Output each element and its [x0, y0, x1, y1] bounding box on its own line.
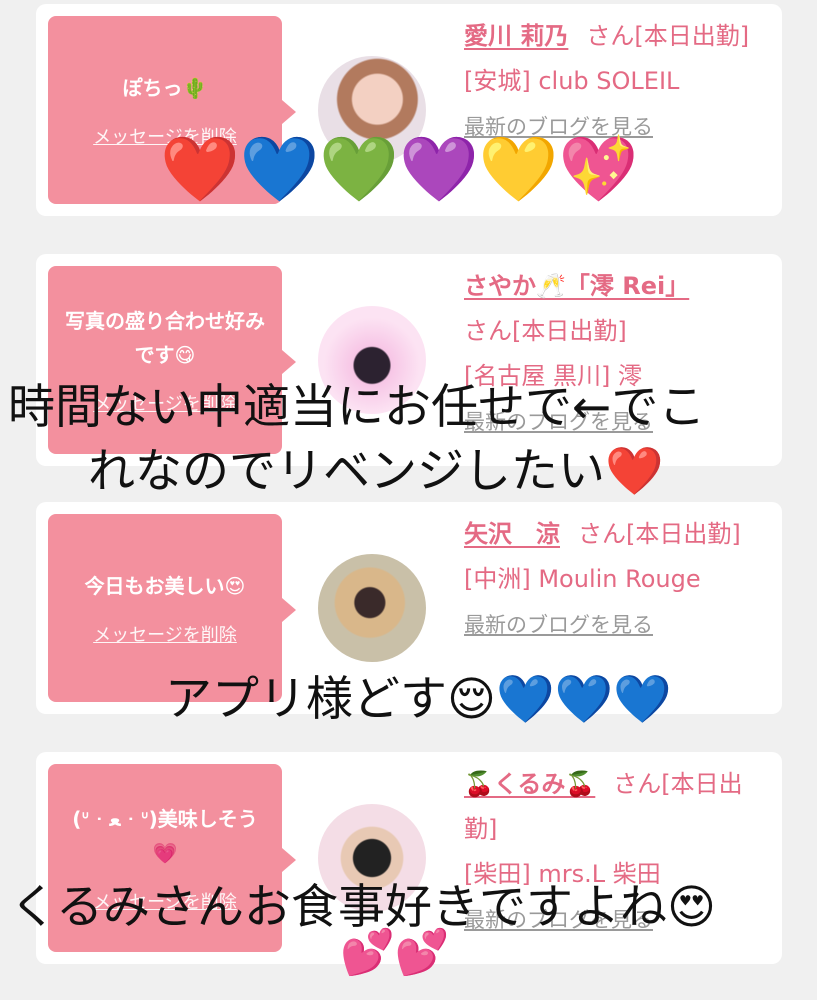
cast-info: 愛川 莉乃 さん[本日出勤] [安城] club SOLEIL 最新のブログを見る	[464, 14, 770, 150]
message-text: 今日もお美しい😍	[84, 574, 246, 598]
delete-message-link[interactable]: メッセージを削除	[93, 621, 237, 647]
overlay-text-app: アプリ様どす😌💙💙💙	[165, 672, 672, 727]
latest-blog-link[interactable]: 最新のブログを見る	[464, 613, 653, 637]
cast-name-link[interactable]: さやか🥂「澪 Rei」	[464, 272, 689, 300]
cast-info: 矢沢 涼さん[本日出勤] [中洲] Moulin Rouge 最新のブログを見る	[464, 512, 770, 648]
store-name: [安城] club SOLEIL	[464, 67, 680, 95]
cast-status: さん[本日出勤]	[586, 22, 750, 50]
store-name: [中洲] Moulin Rouge	[464, 565, 701, 593]
hearts-row-overlay: ❤️💙💚💜💛💖	[160, 133, 639, 207]
message-text: (ᐡ ᐧ ﻌ ᐧ ᐡ)美味しそう💗	[72, 807, 258, 865]
cast-name-link[interactable]: 愛川 莉乃	[464, 22, 568, 50]
overlay-small-hearts: 💕💕	[340, 927, 450, 978]
overlay-text-time: 時間ない中適当にお任せで←でこ	[8, 380, 706, 435]
cast-status: さん[本日出勤]	[464, 317, 627, 345]
cast-name-link[interactable]: 矢沢 涼	[464, 520, 560, 548]
avatar[interactable]	[318, 554, 426, 662]
message-text: ぽちっ🌵	[122, 76, 208, 100]
cast-status: さん[本日出勤]	[578, 520, 741, 548]
cast-name-link[interactable]: 🍒くるみ🍒	[464, 770, 595, 798]
overlay-text-revenge: れなのでリベンジしたい❤️	[88, 444, 664, 499]
message-text: 写真の盛り合わせ好みです😋	[65, 309, 265, 367]
